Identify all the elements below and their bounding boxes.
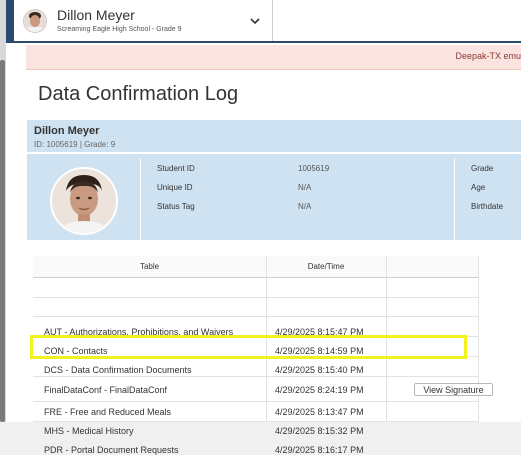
row-divider: [33, 297, 479, 298]
table-row: FinalDataConf - FinalDataConf: [44, 385, 168, 395]
column-header-table[interactable]: Table: [33, 256, 266, 278]
highlight-box: [30, 335, 467, 359]
table-row: FRE - Free and Reduced Meals: [44, 407, 172, 417]
view-signature-button[interactable]: View Signature: [414, 383, 493, 396]
status-tag-label: Status Tag: [157, 202, 195, 211]
header-school-grade: Screaming Eagle High School - Grade 9: [57, 26, 182, 33]
student-id-label: Student ID: [157, 164, 195, 173]
avatar[interactable]: [23, 9, 47, 33]
student-id-grade: ID: 1005619 | Grade: 9: [34, 140, 116, 149]
student-id-value: 1005619: [298, 164, 330, 173]
panel-divider: [454, 158, 455, 240]
unique-id-value: N/A: [298, 183, 312, 192]
table-row-datetime: 4/29/2025 8:15:40 PM: [275, 365, 364, 375]
row-divider: [33, 401, 479, 402]
status-tag-value: N/A: [298, 202, 312, 211]
unique-id-label: Unique ID: [157, 183, 193, 192]
student-header: Dillon Meyer Screaming Eagle High School…: [6, 0, 521, 43]
header-divider: [272, 0, 273, 41]
birthdate-label: Birthdate: [471, 202, 504, 211]
scrollbar-thumb[interactable]: [0, 60, 5, 422]
table-row-datetime: 4/29/2025 8:24:19 PM: [275, 385, 364, 395]
table-row: DCS - Data Confirmation Documents: [44, 365, 192, 375]
header-student-name[interactable]: Dillon Meyer: [57, 7, 135, 23]
table-row-datetime: 4/29/2025 8:15:32 PM: [275, 426, 364, 436]
banner-text: Deepak-TX emu: [455, 51, 521, 61]
row-divider: [33, 376, 479, 377]
student-photo: [50, 167, 118, 235]
grade-label: Grade: [471, 164, 494, 173]
student-info-header: Dillon Meyer ID: 1005619 | Grade: 9: [27, 120, 521, 152]
main-content: Deepak-TX emu Data Confirmation Log Dill…: [6, 43, 521, 455]
header-accent-bar: [6, 0, 14, 43]
table-row-datetime: 4/29/2025 8:13:47 PM: [275, 407, 364, 417]
page-title: Data Confirmation Log: [38, 83, 239, 105]
student-name: Dillon Meyer: [34, 125, 100, 137]
column-header-datetime[interactable]: Date/Time: [266, 256, 386, 278]
table-row: MHS - Medical History: [44, 426, 134, 436]
table-row-datetime: 4/29/2025 8:16:17 PM: [275, 445, 364, 455]
table-row: PDR - Portal Document Requests: [44, 445, 179, 455]
column-header-action: [386, 256, 479, 278]
environment-banner: Deepak-TX emu: [26, 45, 521, 70]
column-divider: [478, 256, 479, 422]
age-label: Age: [471, 183, 486, 192]
panel-divider: [140, 158, 141, 240]
student-info-panel: Student ID 1005619 Unique ID N/A Status …: [27, 154, 521, 240]
row-divider: [33, 316, 479, 317]
chevron-down-icon[interactable]: [248, 15, 262, 27]
